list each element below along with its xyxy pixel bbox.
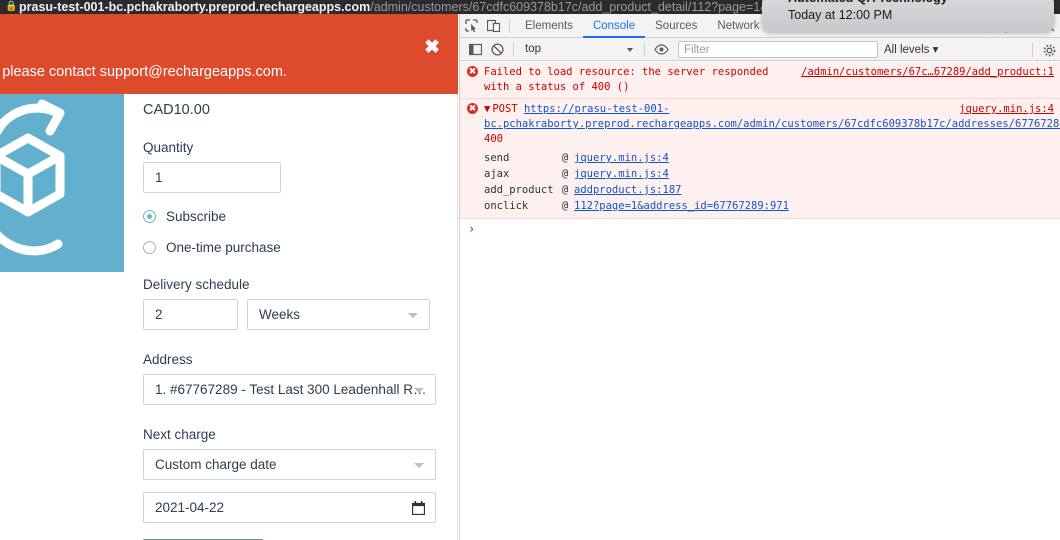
address-label: Address bbox=[143, 352, 193, 367]
filterbar-divider-3 bbox=[1032, 43, 1033, 57]
lock-icon: 🔒 bbox=[5, 1, 18, 12]
stack-frame-at: @ bbox=[562, 168, 569, 180]
chevron-down-icon bbox=[414, 388, 424, 393]
calendar-icon[interactable] bbox=[412, 501, 425, 515]
notification-title: Automated QA Technology bbox=[788, 0, 948, 5]
next-charge-value: Custom charge date bbox=[155, 457, 277, 472]
live-expression-icon[interactable] bbox=[650, 38, 672, 60]
close-icon[interactable]: ✖ bbox=[424, 38, 440, 57]
error-circle-icon: ✖ bbox=[467, 103, 478, 114]
tab-network[interactable]: Network bbox=[707, 14, 769, 38]
delivery-schedule-row: 2 Weeks bbox=[143, 299, 443, 330]
panel-divider bbox=[457, 94, 458, 540]
purchase-option-onetime[interactable]: One-time purchase bbox=[143, 240, 443, 255]
log-level-value: All levels bbox=[884, 44, 930, 56]
console-message-error-1[interactable]: ✖ /admin/customers/67c…67289/add_product… bbox=[460, 62, 1060, 99]
filterbar-divider-2 bbox=[644, 42, 645, 56]
purchase-option-subscribe[interactable]: Subscribe bbox=[143, 209, 443, 224]
next-charge-select[interactable]: Custom charge date bbox=[143, 449, 436, 480]
tab-sources[interactable]: Sources bbox=[645, 14, 707, 38]
stack-frame-link[interactable]: 112?page=1&address_id=67767289:971 bbox=[574, 198, 789, 214]
tab-console[interactable]: Console bbox=[583, 14, 645, 38]
radio-onetime[interactable] bbox=[143, 241, 156, 254]
filterbar-divider bbox=[513, 42, 514, 56]
notification-toast[interactable]: Automated QA Technology Today at 12:00 P… bbox=[762, 0, 1054, 32]
delivery-unit-select[interactable]: Weeks bbox=[247, 299, 430, 330]
error-banner: went wrong, please contact support@recha… bbox=[0, 14, 458, 94]
expand-arrow-icon[interactable]: ▼ bbox=[484, 102, 490, 117]
error-banner-message: went wrong, please contact support@recha… bbox=[0, 64, 287, 80]
stack-frame-fn: ajax bbox=[484, 168, 510, 180]
address-select[interactable]: 1. #67767289 - Test Last 300 Leadenhall … bbox=[143, 374, 436, 405]
error-circle-icon: ✖ bbox=[467, 66, 478, 77]
charge-date-input[interactable]: 2021-04-22 bbox=[143, 492, 436, 523]
clear-console-icon[interactable] bbox=[486, 38, 508, 60]
stack-frame-link[interactable]: jquery.min.js:4 bbox=[574, 150, 669, 166]
inspect-element-icon[interactable] bbox=[460, 15, 482, 37]
stack-frame-fn: onclick bbox=[484, 200, 529, 212]
next-charge-label: Next charge bbox=[143, 427, 216, 442]
gear-icon[interactable] bbox=[1038, 39, 1060, 61]
url-path: /admin/customers/67cdfc609378b17c/add_pr… bbox=[370, 0, 823, 14]
stack-frame: onclick @ 112?page=1&address_id=67767289… bbox=[484, 198, 1054, 214]
stack-frame-at: @ bbox=[562, 200, 569, 212]
chevron-down-icon bbox=[627, 47, 633, 52]
console-message-source[interactable]: /admin/customers/67c…67289/add_product:1 bbox=[801, 65, 1054, 80]
quantity-input[interactable]: 1 bbox=[143, 162, 281, 193]
address-value: 1. #67767289 - Test Last 300 Leadenhall … bbox=[155, 382, 427, 397]
log-level-select[interactable]: All levels ▾ bbox=[884, 42, 938, 56]
stack-frame-fn: add_product bbox=[484, 184, 554, 196]
url-host: prasu-test-001-bc.pchakraborty.preprod.r… bbox=[19, 0, 371, 14]
stack-frame-at: @ bbox=[562, 152, 569, 164]
product-image bbox=[0, 94, 124, 272]
add-product-form-panel: CAD10.00 Quantity 1 Subscribe One-time p… bbox=[0, 94, 458, 540]
delivery-schedule-label: Delivery schedule bbox=[143, 277, 250, 292]
delivery-interval-input[interactable]: 2 bbox=[143, 299, 238, 330]
chevron-down-icon bbox=[408, 313, 418, 318]
stack-frame: ajax @ jquery.min.js:4 bbox=[484, 166, 1054, 182]
charge-date-value: 2021-04-22 bbox=[155, 500, 225, 515]
console-message-text: Failed to load resource: the server resp… bbox=[484, 66, 769, 93]
quantity-label: Quantity bbox=[143, 140, 194, 155]
console-message-error-2[interactable]: ✖ jquery.min.js:4 ▼ POST https://prasu-te… bbox=[460, 99, 1060, 150]
stack-frame-link[interactable]: jquery.min.js:4 bbox=[574, 166, 669, 182]
stack-frame: add_product @ addproduct.js:187 bbox=[484, 182, 1054, 198]
console-message-source[interactable]: jquery.min.js:4 bbox=[959, 102, 1054, 117]
screen: 🔒 prasu-test-001-bc.pchakraborty.preprod.… bbox=[0, 0, 1060, 540]
stack-frame-link[interactable]: addproduct.js:187 bbox=[574, 182, 681, 198]
tab-elements[interactable]: Elements bbox=[515, 14, 583, 38]
radio-onetime-label: One-time purchase bbox=[166, 240, 281, 255]
product-price: CAD10.00 bbox=[143, 102, 210, 118]
stack-frame-fn: send bbox=[484, 152, 510, 164]
radio-subscribe[interactable] bbox=[143, 210, 156, 223]
console-context-value: top bbox=[525, 42, 541, 55]
console-filter-input[interactable]: Filter bbox=[678, 40, 878, 58]
console-prompt[interactable]: › bbox=[460, 219, 1060, 239]
console-sidebar-icon[interactable] bbox=[464, 38, 486, 60]
chevron-down-icon bbox=[414, 463, 424, 468]
console-request-method: POST bbox=[492, 103, 518, 115]
package-recycle-icon bbox=[0, 99, 65, 256]
device-toolbar-icon[interactable] bbox=[482, 15, 504, 37]
product-form: CAD10.00 Quantity 1 Subscribe One-time p… bbox=[143, 94, 443, 540]
toolbar-divider bbox=[509, 18, 510, 33]
console-request-status: 400 bbox=[484, 133, 503, 145]
console-output: ✖ /admin/customers/67c…67289/add_product… bbox=[460, 62, 1060, 540]
devtools-panel: Elements Console Sources Network Perform… bbox=[459, 14, 1060, 540]
notification-time: Today at 12:00 PM bbox=[788, 8, 893, 22]
filterbar-right bbox=[1027, 38, 1060, 62]
stack-frame: send @ jquery.min.js:4 bbox=[484, 150, 1054, 166]
radio-subscribe-label: Subscribe bbox=[166, 209, 227, 224]
console-filter-bar: top Filter All levels ▾ bbox=[460, 38, 1060, 61]
console-stack-trace: send @ jquery.min.js:4 ajax @ jquery.min… bbox=[460, 150, 1060, 219]
delivery-unit-value: Weeks bbox=[259, 307, 301, 322]
stack-frame-at: @ bbox=[562, 184, 569, 196]
console-context-select[interactable]: top bbox=[519, 41, 639, 58]
